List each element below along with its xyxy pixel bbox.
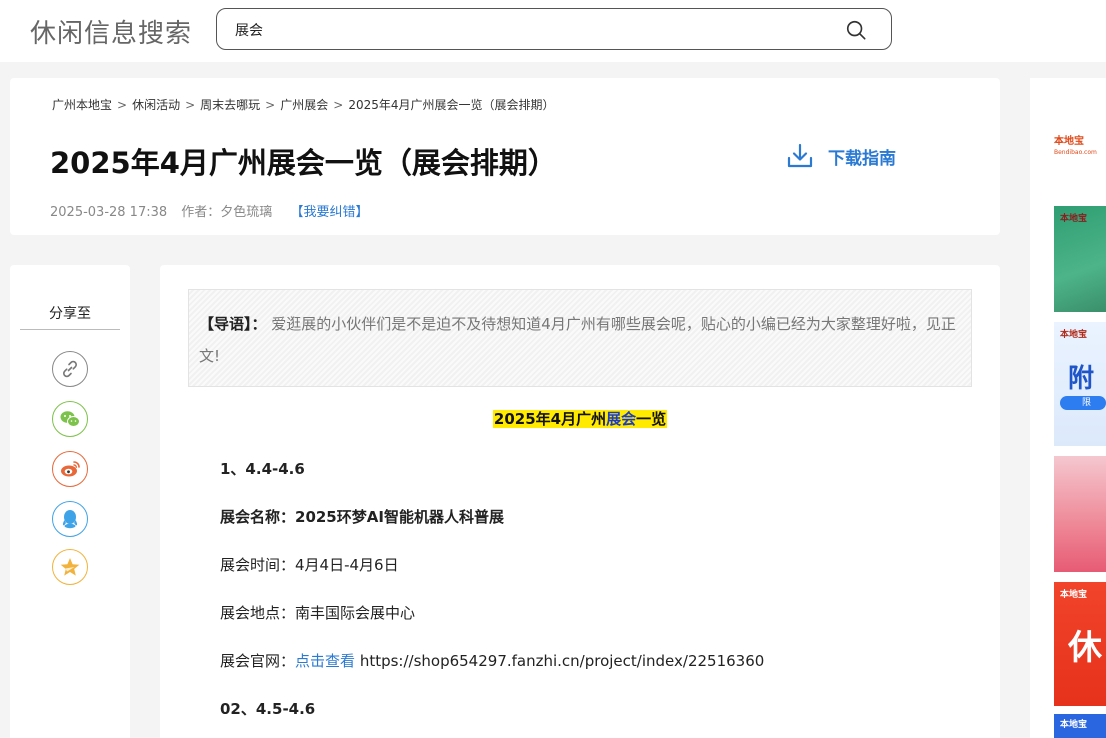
- intro-lead: 【导语】：: [199, 315, 267, 333]
- ad-column: 本地宝 Bendibao.com 本地宝 本地宝 附 限 本地宝 休 本地宝: [1030, 78, 1106, 738]
- website-url[interactable]: https://shop654297.fanzhi.cn/project/ind…: [360, 652, 764, 670]
- download-guide-label: 下载指南: [828, 148, 896, 169]
- qzone-icon: [60, 558, 80, 576]
- intro-box: 【导语】： 爱逛展的小伙伴们是不是迫不及待想知道4月广州有哪些展会呢，贴心的小编…: [188, 289, 972, 387]
- download-guide-button[interactable]: 下载指南: [786, 142, 896, 170]
- ad-headline: 休: [1068, 628, 1102, 668]
- share-weibo-button[interactable]: [52, 451, 88, 487]
- download-icon: [787, 143, 813, 168]
- report-error-link[interactable]: 【我要纠错】: [290, 205, 368, 220]
- ad-banner[interactable]: 本地宝 休: [1054, 582, 1106, 706]
- ad-small-button: 限: [1060, 396, 1106, 410]
- ad-logo-text: 本地宝: [1060, 590, 1088, 600]
- item-website: 展会官网：点击查看 https://shop654297.fanzhi.cn/p…: [220, 650, 764, 671]
- search-input[interactable]: [235, 18, 835, 42]
- bendibao-logo[interactable]: 本地宝 Bendibao.com: [1054, 136, 1097, 158]
- breadcrumb-separator: >: [117, 98, 128, 112]
- ad-headline: 附: [1068, 364, 1095, 394]
- ad-logo-text: 本地宝: [1060, 214, 1088, 224]
- share-sidebar: 分享至: [10, 265, 130, 738]
- breadcrumb-item[interactable]: 周末去哪玩: [200, 98, 260, 112]
- logo-text: 本地宝: [1054, 136, 1084, 147]
- article-title: 2025年4月广州展会一览（展会排期）: [50, 146, 557, 180]
- intro-text: 爱逛展的小伙伴们是不是迫不及待想知道4月广州有哪些展会呢，贴心的小编已经为大家整…: [199, 315, 956, 365]
- ad-logo-text: 本地宝: [1060, 330, 1088, 340]
- article-content: 【导语】： 爱逛展的小伙伴们是不是迫不及待想知道4月广州有哪些展会呢，贴心的小编…: [160, 265, 1000, 738]
- item-place: 展会地点：南丰国际会展中心: [220, 604, 416, 622]
- breadcrumb-item[interactable]: 休闲活动: [132, 98, 180, 112]
- site-title[interactable]: 休闲信息搜索: [30, 13, 192, 50]
- ad-logo-text: 本地宝: [1060, 720, 1088, 730]
- ad-banner[interactable]: 本地宝: [1054, 206, 1106, 312]
- section-heading-text: 2025年4月广州: [493, 410, 607, 428]
- website-label: 展会官网：: [220, 652, 296, 670]
- ad-banner[interactable]: 本地宝: [1054, 714, 1106, 738]
- item-time: 展会时间：4月4日-4月6日: [220, 556, 399, 574]
- wechat-icon: [60, 411, 80, 427]
- breadcrumb-separator: >: [265, 98, 276, 112]
- breadcrumb: 广州本地宝 > 休闲活动 > 周末去哪玩 > 广州展会 >2025年4月广州展会一览（展会排期…: [52, 96, 555, 113]
- share-qq-button[interactable]: [52, 501, 88, 537]
- article-header-card: 广州本地宝 > 休闲活动 > 周末去哪玩 > 广州展会 >2025年4月广州展会一览（展会排期…: [10, 78, 1000, 235]
- weibo-icon: [61, 461, 80, 477]
- breadcrumb-item[interactable]: 广州展会: [280, 98, 328, 112]
- share-qzone-button[interactable]: [52, 549, 88, 585]
- qq-icon: [62, 510, 78, 529]
- share-wechat-button[interactable]: [52, 401, 88, 437]
- article-meta: 2025-03-28 17:38 作者：夕色琉璃 【我要纠错】: [50, 201, 378, 220]
- breadcrumb-separator: >: [333, 98, 344, 112]
- expo-keyword-link[interactable]: 展会: [606, 410, 636, 428]
- share-title: 分享至: [20, 303, 120, 330]
- header: 休闲信息搜索: [0, 0, 1106, 62]
- logo-subtext: Bendibao.com: [1054, 149, 1097, 156]
- section-heading: 2025年4月广州展会一览: [160, 408, 1000, 429]
- view-website-link[interactable]: 点击查看: [295, 652, 355, 670]
- ad-banner[interactable]: 本地宝 附 限: [1054, 322, 1106, 446]
- item-number: 02、4.5-4.6: [220, 700, 316, 718]
- author: 作者：夕色琉璃: [181, 205, 273, 220]
- link-icon: [63, 360, 77, 378]
- search-icon[interactable]: [845, 19, 867, 41]
- breadcrumb-current: 2025年4月广州展会一览（展会排期）: [348, 98, 555, 112]
- section-heading-text: 一览: [636, 410, 667, 428]
- item-number: 1、4.4-4.6: [220, 460, 305, 478]
- ad-banner[interactable]: [1054, 456, 1106, 572]
- share-link-button[interactable]: [52, 351, 88, 387]
- search-box[interactable]: [216, 8, 892, 50]
- item-name: 展会名称：2025环梦AI智能机器人科普展: [220, 508, 504, 526]
- breadcrumb-item[interactable]: 广州本地宝: [52, 98, 112, 112]
- breadcrumb-separator: >: [185, 98, 196, 112]
- publish-date: 2025-03-28 17:38: [50, 205, 168, 220]
